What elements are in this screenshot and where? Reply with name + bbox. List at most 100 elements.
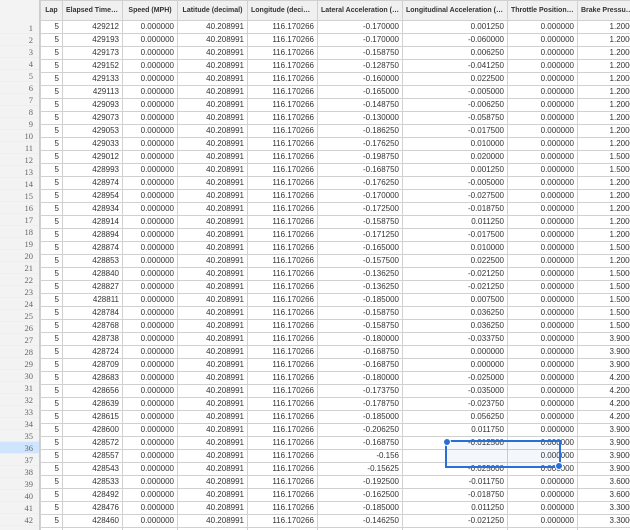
cell-bp[interactable]: 1.2000 [578, 255, 630, 268]
row-header-column[interactable]: 1234567891011121314151617181920212223242… [0, 0, 40, 530]
cell-et[interactable]: 429173 [63, 47, 123, 60]
cell-sp[interactable]: 0.000000 [123, 47, 178, 60]
cell-lac[interactable]: -0.165000 [318, 86, 403, 99]
cell-loc[interactable]: -0.017500 [403, 125, 508, 138]
cell-bp[interactable]: 1.5000 [578, 151, 630, 164]
cell-loc[interactable]: -0.058750 [403, 112, 508, 125]
cell-bp[interactable]: 4.2000 [578, 411, 630, 424]
cell-tp[interactable]: 0.000000 [508, 86, 578, 99]
cell-sp[interactable]: 0.000000 [123, 177, 178, 190]
row-header[interactable]: 6 [0, 82, 39, 94]
cell-tp[interactable]: 0.000000 [508, 112, 578, 125]
cell-lac[interactable]: -0.180000 [318, 372, 403, 385]
cell-loc[interactable]: 0.006250 [403, 47, 508, 60]
cell-lac[interactable]: -0.185000 [318, 411, 403, 424]
cell-loc[interactable]: 0.036250 [403, 320, 508, 333]
cell-sp[interactable]: 0.000000 [123, 294, 178, 307]
cell-loc[interactable]: 0.007500 [403, 294, 508, 307]
cell-tp[interactable]: 0.000000 [508, 164, 578, 177]
cell-sp[interactable]: 0.000000 [123, 385, 178, 398]
cell-tp[interactable]: 0.000000 [508, 450, 578, 463]
cell-sp[interactable]: 0.000000 [123, 476, 178, 489]
cell-bp[interactable]: 4.2000 [578, 398, 630, 411]
cell-lap[interactable]: 5 [41, 125, 63, 138]
cell-loc[interactable]: -0.041250 [403, 60, 508, 73]
cell-lac[interactable]: -0.178750 [318, 398, 403, 411]
cell-bp[interactable]: 1.2000 [578, 34, 630, 47]
cell-lap[interactable]: 5 [41, 151, 63, 164]
cell-lat[interactable]: 40.208991 [178, 203, 248, 216]
table-row[interactable]: 54286390.00000040.208991116.170266-0.178… [41, 398, 630, 411]
cell-lon[interactable]: 116.170266 [248, 359, 318, 372]
cell-tp[interactable]: 0.000000 [508, 346, 578, 359]
cell-loc[interactable]: -0.011750 [403, 476, 508, 489]
cell-loc[interactable]: 0.000000 [403, 346, 508, 359]
row-header[interactable]: 27 [0, 334, 39, 346]
cell-lap[interactable]: 5 [41, 450, 63, 463]
cell-bp[interactable]: 1.2000 [578, 47, 630, 60]
cell-lap[interactable]: 5 [41, 60, 63, 73]
row-header[interactable]: 12 [0, 154, 39, 166]
cell-lac[interactable]: -0.160000 [318, 73, 403, 86]
row-header[interactable]: 20 [0, 250, 39, 262]
table-row[interactable]: 54290530.00000040.208991116.170266-0.186… [41, 125, 630, 138]
cell-lap[interactable]: 5 [41, 320, 63, 333]
cell-lon[interactable]: 116.170266 [248, 177, 318, 190]
cell-tp[interactable]: 0.000000 [508, 515, 578, 528]
cell-lap[interactable]: 5 [41, 21, 63, 34]
cell-loc[interactable]: -0.021250 [403, 515, 508, 528]
cell-et[interactable]: 428874 [63, 242, 123, 255]
cell-loc[interactable]: -0.018750 [403, 203, 508, 216]
cell-lap[interactable]: 5 [41, 385, 63, 398]
cell-sp[interactable]: 0.000000 [123, 229, 178, 242]
cell-lap[interactable]: 5 [41, 359, 63, 372]
row-header[interactable]: 15 [0, 190, 39, 202]
cell-lap[interactable]: 5 [41, 47, 63, 60]
cell-loc[interactable]: -0.025000 [403, 463, 508, 476]
cell-et[interactable]: 429152 [63, 60, 123, 73]
cell-lac[interactable]: -0.130000 [318, 112, 403, 125]
cell-loc[interactable]: 0.036250 [403, 307, 508, 320]
cell-et[interactable]: 428492 [63, 489, 123, 502]
cell-bp[interactable]: 1.2000 [578, 73, 630, 86]
cell-lat[interactable]: 40.208991 [178, 359, 248, 372]
cell-et[interactable]: 428476 [63, 502, 123, 515]
cell-et[interactable]: 429093 [63, 99, 123, 112]
cell-tp[interactable]: 0.000000 [508, 476, 578, 489]
cell-loc[interactable]: -0.021250 [403, 281, 508, 294]
cell-tp[interactable]: 0.000000 [508, 99, 578, 112]
cell-tp[interactable]: 0.000000 [508, 489, 578, 502]
cell-loc[interactable]: -0.021250 [403, 268, 508, 281]
row-header[interactable]: 8 [0, 106, 39, 118]
cell-sp[interactable]: 0.000000 [123, 268, 178, 281]
cell-lon[interactable]: 116.170266 [248, 502, 318, 515]
cell-lac[interactable]: -0.180000 [318, 333, 403, 346]
cell-bp[interactable]: 1.5000 [578, 281, 630, 294]
cell-lac[interactable]: -0.162500 [318, 489, 403, 502]
row-header[interactable]: 17 [0, 214, 39, 226]
table-row[interactable]: 54289140.00000040.208991116.170266-0.158… [41, 216, 630, 229]
cell-et[interactable]: 428993 [63, 164, 123, 177]
cell-lac[interactable]: -0.128750 [318, 60, 403, 73]
row-header[interactable]: 35 [0, 430, 39, 442]
table-row[interactable]: 54286000.00000040.208991116.170266-0.206… [41, 424, 630, 437]
cell-lon[interactable]: 116.170266 [248, 515, 318, 528]
table-row[interactable]: 54290330.00000040.208991116.170266-0.176… [41, 138, 630, 151]
cell-et[interactable]: 428811 [63, 294, 123, 307]
cell-lac[interactable]: -0.192500 [318, 476, 403, 489]
cell-sp[interactable]: 0.000000 [123, 489, 178, 502]
cell-lac[interactable]: -0.185000 [318, 502, 403, 515]
cell-bp[interactable]: 1.2000 [578, 177, 630, 190]
cell-lac[interactable]: -0.185000 [318, 294, 403, 307]
cell-et[interactable]: 428615 [63, 411, 123, 424]
cell-lat[interactable]: 40.208991 [178, 437, 248, 450]
cell-tp[interactable]: 0.000000 [508, 385, 578, 398]
cell-sp[interactable]: 0.000000 [123, 463, 178, 476]
table-row[interactable]: 54291130.00000040.208991116.170266-0.165… [41, 86, 630, 99]
row-header[interactable]: 34 [0, 418, 39, 430]
cell-et[interactable]: 428683 [63, 372, 123, 385]
cell-et[interactable]: 428557 [63, 450, 123, 463]
cell-lat[interactable]: 40.208991 [178, 346, 248, 359]
cell-lon[interactable]: 116.170266 [248, 320, 318, 333]
cell-lon[interactable]: 116.170266 [248, 255, 318, 268]
